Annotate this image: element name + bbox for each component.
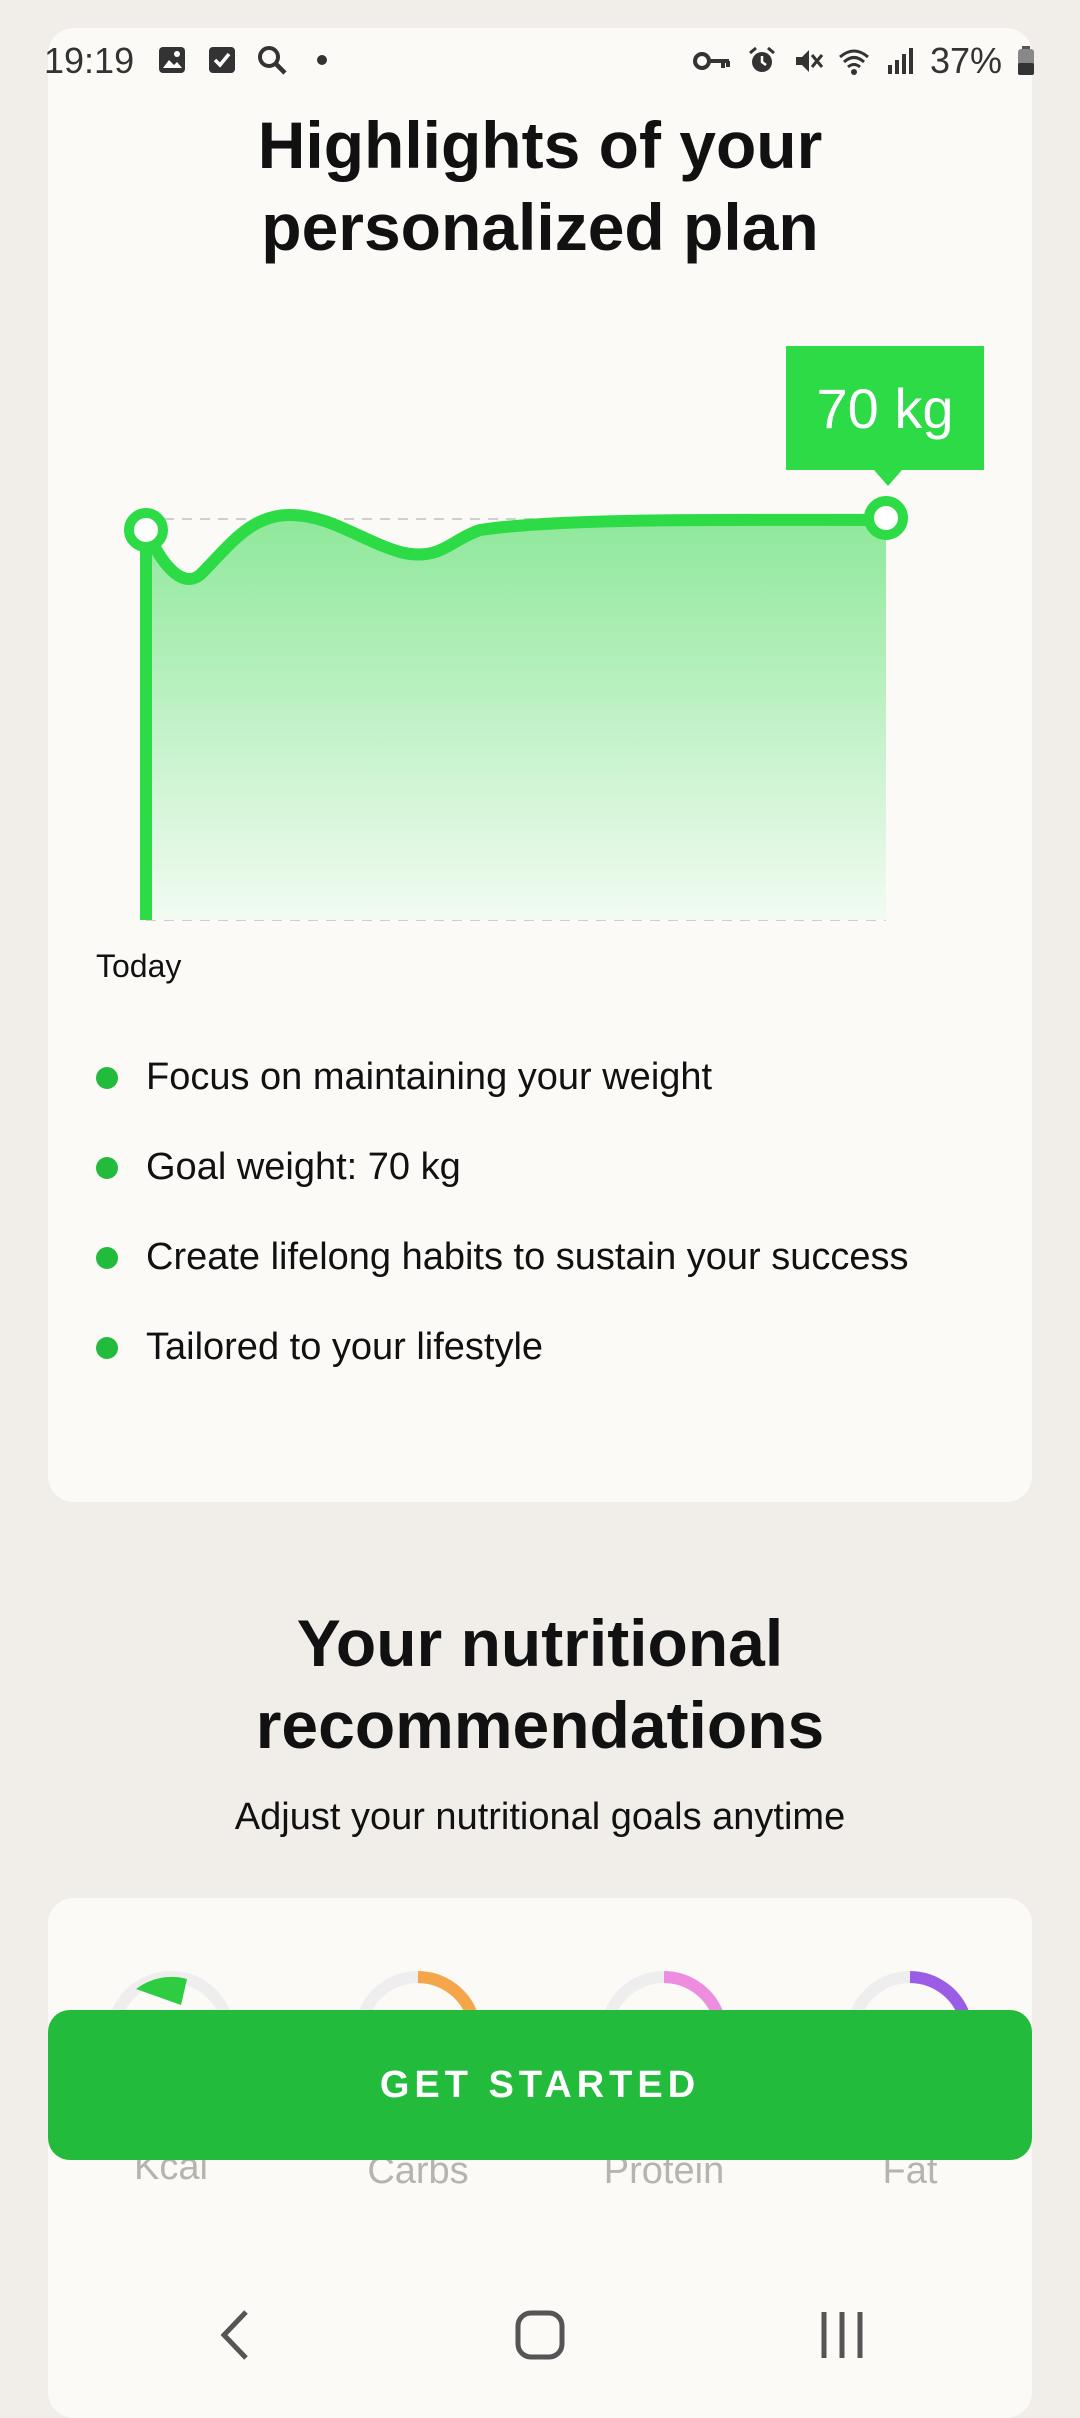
status-bar: 19:19 37% — [0, 30, 1080, 90]
mute-icon — [795, 50, 824, 72]
nutrition-title: Your nutritional recommendations — [0, 1602, 1080, 1766]
list-item: Tailored to your lifestyle — [96, 1318, 976, 1376]
get-started-button[interactable]: GET STARTED — [48, 2010, 1032, 2160]
nutrition-title-line2: recommendations — [255, 1688, 825, 1762]
back-icon[interactable] — [196, 2300, 276, 2370]
plan-title-line2: personalized plan — [261, 190, 819, 264]
chart-start-point — [124, 508, 168, 552]
chart-goal-point — [864, 496, 908, 540]
battery-icon — [1018, 46, 1034, 75]
recents-icon[interactable] — [802, 2300, 882, 2370]
key-icon — [692, 52, 730, 70]
chart-area — [146, 515, 886, 920]
home-icon[interactable] — [500, 2300, 580, 2370]
check-square-icon — [209, 47, 235, 73]
status-time: 19:19 — [44, 40, 135, 81]
plan-highlights-list: Focus on maintaining your weight Goal we… — [96, 1048, 976, 1408]
list-item: Goal weight: 70 kg — [96, 1138, 976, 1196]
battery-percent: 37% — [929, 40, 1002, 81]
signal-icon — [887, 48, 913, 74]
dot-icon — [317, 55, 327, 65]
alarm-icon — [748, 46, 775, 72]
system-nav-bar — [0, 2278, 1080, 2388]
bullet-dot-icon — [96, 1067, 118, 1089]
plan-title: Highlights of your personalized plan — [0, 104, 1080, 268]
bullet-dot-icon — [96, 1337, 118, 1359]
nutrition-subtitle: Adjust your nutritional goals anytime — [234, 1796, 846, 1838]
wifi-icon — [838, 49, 869, 75]
search-icon — [258, 46, 287, 75]
bullet-dot-icon — [96, 1247, 118, 1269]
bullet-dot-icon — [96, 1157, 118, 1179]
plan-title-line1: Highlights of your — [257, 108, 823, 182]
nutrition-title-line1: Your nutritional — [296, 1606, 784, 1680]
list-item: Focus on maintaining your weight — [96, 1048, 976, 1106]
image-icon — [159, 47, 185, 73]
list-item: Create lifelong habits to sustain your s… — [96, 1228, 966, 1286]
chart-today-label: Today — [96, 948, 182, 984]
goal-weight-tag: 70 kg — [786, 346, 984, 486]
